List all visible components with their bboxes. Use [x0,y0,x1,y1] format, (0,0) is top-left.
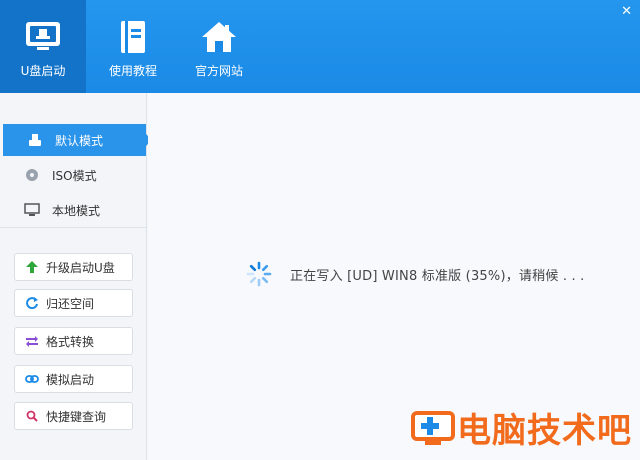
nav-label: 使用教程 [108,64,157,78]
watermark: 电脑技术吧 [409,403,632,452]
disc-icon [24,168,40,182]
sidebar-item-local-mode[interactable]: 本地模式 [0,194,147,226]
usb-drive-icon [27,133,43,147]
nav-label: U盘启动 [20,64,66,78]
simulate-boot-button[interactable]: 模拟启动 [14,365,133,393]
close-icon[interactable]: ✕ [621,4,632,19]
usb-monitor-icon [21,18,65,56]
tool-label: 升级启动U盘 [46,260,115,275]
top-toolbar: U盘启动 使用教程 官方网站 ✕ [0,0,640,93]
main-panel: 正在写入 [UD] WIN8 标准版 (35%)，请稍候 . . . 电脑技术吧 [148,93,640,460]
tool-label: 快捷键查询 [46,409,107,424]
nav-label: 官方网站 [194,64,243,78]
arrow-up-icon [25,261,39,273]
loading-spinner-icon [246,261,272,287]
swap-icon [25,335,39,347]
watermark-text: 电脑技术吧 [457,411,632,451]
sidebar-item-label: ISO模式 [52,168,97,183]
book-icon [111,18,155,56]
sidebar: 默认模式 ISO模式 本地模式 升级启动U盘 归还空间 格式转换 模拟启动 快捷… [0,93,152,460]
home-icon [197,18,241,56]
link-icon [25,373,39,385]
hotkey-query-button[interactable]: 快捷键查询 [14,402,133,430]
nav-website[interactable]: 官方网站 [176,0,262,93]
tool-label: 归还空间 [46,296,95,311]
refresh-icon [25,297,39,309]
watermark-logo-icon [411,410,455,445]
monitor-icon [24,203,40,217]
restore-space-button[interactable]: 归还空间 [14,289,133,317]
upgrade-usb-button[interactable]: 升级启动U盘 [14,253,133,281]
status-text: 正在写入 [UD] WIN8 标准版 (35%)，请稍候 . . . [290,268,585,284]
sidebar-item-default-mode[interactable]: 默认模式 [3,124,152,156]
tool-label: 格式转换 [46,334,95,349]
nav-tutorial[interactable]: 使用教程 [90,0,176,93]
nav-usb-boot[interactable]: U盘启动 [0,0,86,93]
tool-label: 模拟启动 [46,372,95,387]
divider [0,227,147,228]
format-convert-button[interactable]: 格式转换 [14,327,133,355]
search-icon [25,410,39,422]
sidebar-item-iso-mode[interactable]: ISO模式 [0,159,147,191]
progress-status: 正在写入 [UD] WIN8 标准版 (35%)，请稍候 . . . [246,261,585,287]
sidebar-item-label: 默认模式 [55,133,104,148]
sidebar-item-label: 本地模式 [52,203,101,218]
